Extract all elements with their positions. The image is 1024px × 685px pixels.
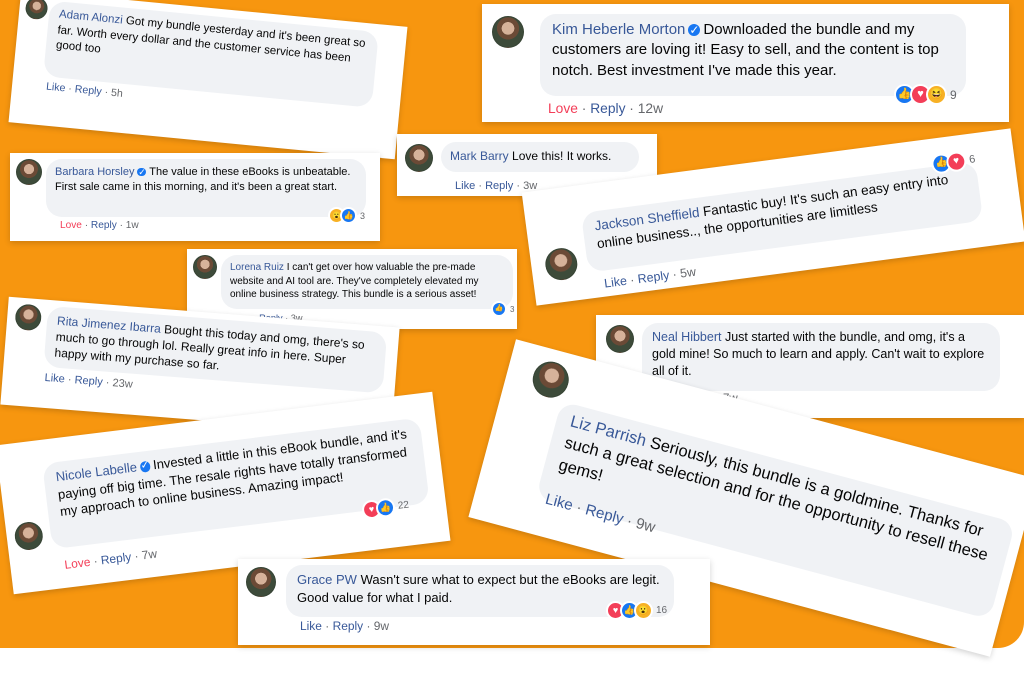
reply-link[interactable]: Reply: [74, 374, 103, 388]
timestamp[interactable]: 5h: [110, 87, 123, 100]
review-card: Barbara Horsley ✓ The value in these eBook…: [10, 153, 380, 241]
commenter-name[interactable]: Mark Barry: [450, 149, 509, 163]
timestamp[interactable]: 5w: [679, 265, 697, 281]
verified-badge-icon: ✓: [688, 23, 701, 38]
reaction-count: 3: [510, 304, 515, 314]
reaction-summary[interactable]: 👍 3: [491, 301, 514, 317]
reaction-count: 3: [360, 210, 366, 221]
avatar[interactable]: [528, 357, 573, 402]
love-link[interactable]: Love: [60, 220, 82, 231]
like-reaction-icon: 👍: [491, 301, 507, 317]
comment-actions: Love · Reply · 12w: [548, 101, 664, 116]
reply-link[interactable]: Reply: [74, 83, 102, 98]
like-link[interactable]: Like: [455, 180, 475, 192]
reply-link[interactable]: Reply: [637, 268, 670, 286]
verified-badge-icon: ✓: [139, 460, 151, 473]
timestamp[interactable]: 9w: [374, 619, 389, 633]
reaction-summary[interactable]: 😮 👍 3: [328, 207, 365, 224]
avatar[interactable]: [246, 567, 276, 597]
timestamp[interactable]: 7w: [141, 547, 158, 563]
comment-text: Seriously, this bundle is a goldmine. Th…: [556, 433, 990, 565]
comment-bubble: Mark Barry Love this! It works.: [441, 142, 639, 172]
wow-reaction-icon: 😮: [634, 601, 653, 620]
like-link[interactable]: Like: [300, 619, 322, 633]
avatar[interactable]: [606, 325, 634, 353]
avatar[interactable]: [543, 246, 580, 283]
reaction-count: 6: [968, 153, 977, 166]
commenter-name[interactable]: Kim Heberle Morton: [552, 21, 685, 38]
comment-bubble: Lorena Ruiz I can't get over how valuabl…: [221, 255, 513, 309]
comment-text: Love this! It works.: [512, 149, 612, 163]
avatar[interactable]: [13, 520, 45, 552]
comment-bubble: Neal Hibbert Just started with the bundl…: [642, 323, 1000, 391]
avatar[interactable]: [193, 255, 217, 279]
comment-bubble: Nicole Labelle ✓ Invested a little in this…: [42, 417, 430, 550]
review-card: Kim Heberle Morton ✓ Downloaded the bundle…: [482, 4, 1009, 122]
comment-bubble: Barbara Horsley ✓ The value in these eBook…: [46, 159, 366, 217]
commenter-name[interactable]: Grace PW: [297, 572, 357, 587]
avatar[interactable]: [16, 159, 42, 185]
comment-actions: Love · Reply · 1w: [60, 220, 139, 231]
like-reaction-icon: 👍: [340, 207, 357, 224]
avatar[interactable]: [24, 0, 49, 21]
commenter-name[interactable]: Neal Hibbert: [652, 330, 721, 344]
comment-actions: Like · Reply · 5h: [45, 80, 124, 100]
reply-link[interactable]: Reply: [333, 619, 364, 633]
reaction-count: 9: [950, 87, 957, 102]
reply-link[interactable]: Reply: [100, 550, 132, 568]
like-link[interactable]: Like: [603, 274, 627, 291]
like-link[interactable]: Like: [44, 372, 65, 386]
reaction-summary[interactable]: ♥ 👍 😮 16: [606, 601, 667, 620]
timestamp[interactable]: 1w: [126, 220, 139, 231]
comment-actions: Like · Reply · 23w: [44, 371, 134, 391]
verified-badge-icon: ✓: [137, 166, 147, 177]
love-link[interactable]: Love: [548, 101, 578, 116]
reply-link[interactable]: Reply: [91, 220, 117, 231]
like-link[interactable]: Like: [46, 81, 66, 95]
comment-actions: Like · Reply · 3w: [455, 180, 538, 192]
timestamp[interactable]: 23w: [112, 377, 133, 391]
timestamp[interactable]: 12w: [638, 101, 663, 116]
avatar[interactable]: [405, 144, 433, 172]
haha-reaction-icon: 😆: [926, 84, 947, 105]
reply-link[interactable]: Reply: [485, 180, 513, 192]
review-card: Grace PW Wasn't sure what to expect but …: [238, 559, 710, 645]
reaction-summary[interactable]: 👍 ♥ 😆 9: [894, 84, 957, 105]
comment-actions: Like · Reply · 9w: [300, 619, 390, 633]
love-link[interactable]: Love: [64, 555, 91, 572]
reaction-count: 16: [656, 605, 668, 616]
reply-link[interactable]: Reply: [590, 101, 625, 116]
commenter-name[interactable]: Adam Alonzi: [58, 8, 123, 26]
commenter-name[interactable]: Lorena Ruiz: [230, 262, 284, 273]
commenter-name[interactable]: Barbara Horsley: [55, 166, 134, 178]
avatar[interactable]: [14, 303, 43, 332]
avatar[interactable]: [492, 16, 524, 48]
reaction-count: 22: [397, 499, 410, 512]
comment-actions: Love · Reply · 7w: [63, 546, 158, 572]
timestamp[interactable]: 9w: [634, 515, 657, 536]
